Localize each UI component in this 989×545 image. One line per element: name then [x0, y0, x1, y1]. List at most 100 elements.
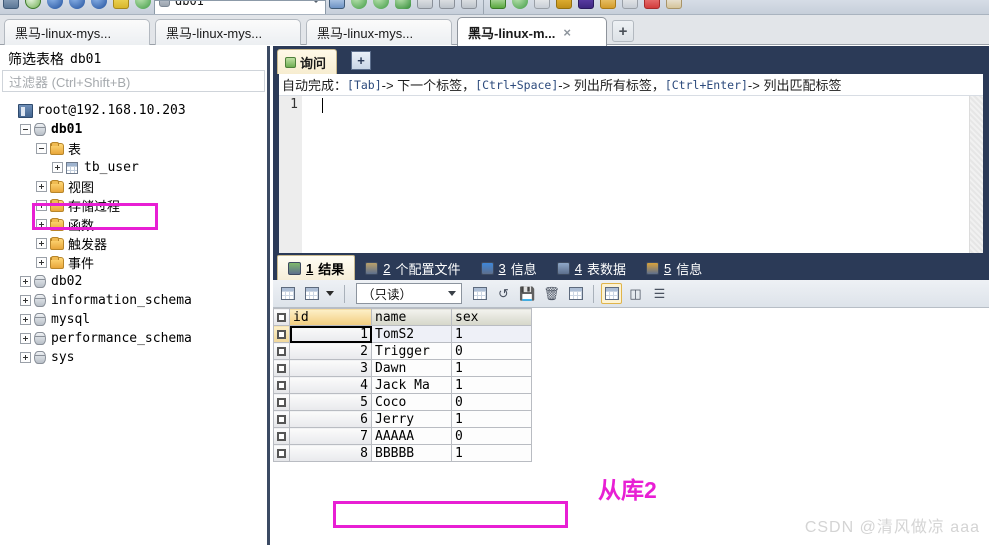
cell-name[interactable]: TomS2: [371, 325, 452, 343]
column-header-id[interactable]: id: [289, 308, 372, 326]
new-query-tab-button[interactable]: +: [351, 51, 371, 70]
backup-icon[interactable]: [553, 0, 575, 14]
table-row[interactable]: 1 TomS2 1: [273, 325, 532, 343]
refresh-icon[interactable]: [44, 0, 66, 14]
save-icon[interactable]: 💾: [517, 283, 538, 304]
report-icon[interactable]: [436, 0, 458, 14]
collapse-icon[interactable]: [36, 143, 47, 154]
window-tab-3[interactable]: 黑马-linux-mys...: [306, 19, 452, 45]
cell-name[interactable]: Dawn: [371, 359, 452, 377]
table-row[interactable]: 2 Trigger 0: [273, 342, 532, 360]
expand-icon[interactable]: [20, 352, 31, 363]
diagram-icon[interactable]: [663, 0, 685, 14]
tree-item-mysql[interactable]: mysql: [0, 310, 264, 329]
tree-item-db02[interactable]: db02: [0, 272, 264, 291]
row-checkbox[interactable]: [273, 376, 290, 394]
edit-mode-selector[interactable]: （只读）: [356, 283, 462, 304]
cell-sex[interactable]: 0: [451, 427, 532, 445]
expand-icon[interactable]: [52, 162, 63, 173]
view-form-icon[interactable]: ◫: [625, 283, 646, 304]
expand-icon[interactable]: [20, 295, 31, 306]
row-checkbox[interactable]: [273, 325, 290, 343]
new-connection-icon[interactable]: [22, 0, 44, 14]
expand-icon[interactable]: [20, 314, 31, 325]
expand-icon[interactable]: [20, 276, 31, 287]
cell-id[interactable]: 8: [289, 444, 372, 462]
cell-sex[interactable]: 1: [451, 376, 532, 394]
table-row[interactable]: 4 Jack Ma 1: [273, 376, 532, 394]
sql-editor[interactable]: 1: [279, 96, 983, 277]
result-grid[interactable]: id name sex 1 TomS2 1 2 Trigger 0 3 Dawn 1 4 Jack Ma 1…: [273, 308, 989, 545]
cell-name[interactable]: Jack Ma: [371, 376, 452, 394]
database-selector[interactable]: db01: [154, 0, 326, 14]
tree-item--[interactable]: 函数: [0, 215, 264, 234]
row-checkbox[interactable]: [273, 393, 290, 411]
database-tree[interactable]: root@192.168.10.203 db01 表 tb_user 视图 存储过程 函数触…: [0, 98, 264, 545]
cell-sex[interactable]: 1: [451, 359, 532, 377]
grid-icon[interactable]: [414, 0, 436, 14]
table-row[interactable]: 3 Dawn 1: [273, 359, 532, 377]
row-checkbox[interactable]: [273, 444, 290, 462]
cell-id[interactable]: 3: [289, 359, 372, 377]
row-checkbox[interactable]: [273, 359, 290, 377]
cell-id[interactable]: 2: [289, 342, 372, 360]
editor-scrollbar[interactable]: [969, 96, 983, 277]
connect-icon[interactable]: [0, 0, 22, 14]
column-header-sex[interactable]: sex: [451, 308, 532, 326]
query-builder-icon[interactable]: [392, 0, 414, 14]
cell-name[interactable]: Coco: [371, 393, 452, 411]
table-row[interactable]: 5 Coco 0: [273, 393, 532, 411]
tree-item--[interactable]: 视图: [0, 177, 264, 196]
collapse-icon[interactable]: [20, 124, 31, 135]
tree-item-performance_schema[interactable]: performance_schema: [0, 329, 264, 348]
tree-item-tb_user[interactable]: tb_user: [0, 158, 264, 177]
table-row[interactable]: 6 Jerry 1: [273, 410, 532, 428]
result-tab-1[interactable]: 1 结果: [277, 255, 356, 280]
grid-export-icon[interactable]: [301, 283, 322, 304]
delete-row-icon[interactable]: 🗑: [541, 283, 562, 304]
expand-icon[interactable]: [36, 181, 47, 192]
tree-item-root-192-168-10-203[interactable]: root@192.168.10.203: [0, 101, 264, 120]
cell-sex[interactable]: 0: [451, 342, 532, 360]
export-icon[interactable]: [326, 0, 348, 14]
select-all-checkbox[interactable]: [273, 308, 290, 326]
row-checkbox[interactable]: [273, 342, 290, 360]
result-tab-4[interactable]: 4 表数据: [547, 256, 636, 280]
window-tab-4-active[interactable]: 黑马-linux-m... ×: [457, 17, 607, 46]
close-icon[interactable]: ×: [563, 26, 571, 39]
result-tab-strip[interactable]: 1 结果 2 个配置文件 3 信息 4 表数据 5 信息: [273, 253, 989, 280]
column-header-name[interactable]: name: [371, 308, 452, 326]
window-tab-2[interactable]: 黑马-linux-mys...: [155, 19, 301, 45]
table-row[interactable]: 7 AAAAA 0: [273, 427, 532, 445]
tree-item-sys[interactable]: sys: [0, 348, 264, 367]
view-text-icon[interactable]: ☰: [649, 283, 670, 304]
cell-sex[interactable]: 1: [451, 410, 532, 428]
import-icon[interactable]: [348, 0, 370, 14]
table-row[interactable]: 8 BBBBB 1: [273, 444, 532, 462]
grant-icon[interactable]: [531, 0, 553, 14]
expand-icon[interactable]: [36, 219, 47, 230]
new-tab-button[interactable]: +: [612, 20, 634, 42]
cell-id[interactable]: 6: [289, 410, 372, 428]
query-tab-active[interactable]: 询问: [277, 49, 338, 74]
cell-id[interactable]: 7: [289, 427, 372, 445]
tree-item--[interactable]: 事件: [0, 253, 264, 272]
tree-item--[interactable]: 触发器: [0, 234, 264, 253]
cancel-edit-icon[interactable]: [565, 283, 586, 304]
result-tab-5[interactable]: 5 信息: [636, 256, 712, 280]
sql-run-icon[interactable]: [110, 0, 132, 14]
tree-item--[interactable]: 表: [0, 139, 264, 158]
cell-name[interactable]: Jerry: [371, 410, 452, 428]
grid-insert-icon[interactable]: [277, 283, 298, 304]
forward-icon[interactable]: [88, 0, 110, 14]
expand-icon[interactable]: [36, 257, 47, 268]
tree-item--[interactable]: 存储过程: [0, 196, 264, 215]
cell-sex[interactable]: 1: [451, 325, 532, 343]
model-icon[interactable]: [458, 0, 480, 14]
sql-code-area[interactable]: [303, 96, 983, 277]
console-icon[interactable]: [619, 0, 641, 14]
cell-name[interactable]: Trigger: [371, 342, 452, 360]
db-icon[interactable]: [509, 0, 531, 14]
duplicate-row-icon[interactable]: ↺: [493, 283, 514, 304]
back-icon[interactable]: [66, 0, 88, 14]
